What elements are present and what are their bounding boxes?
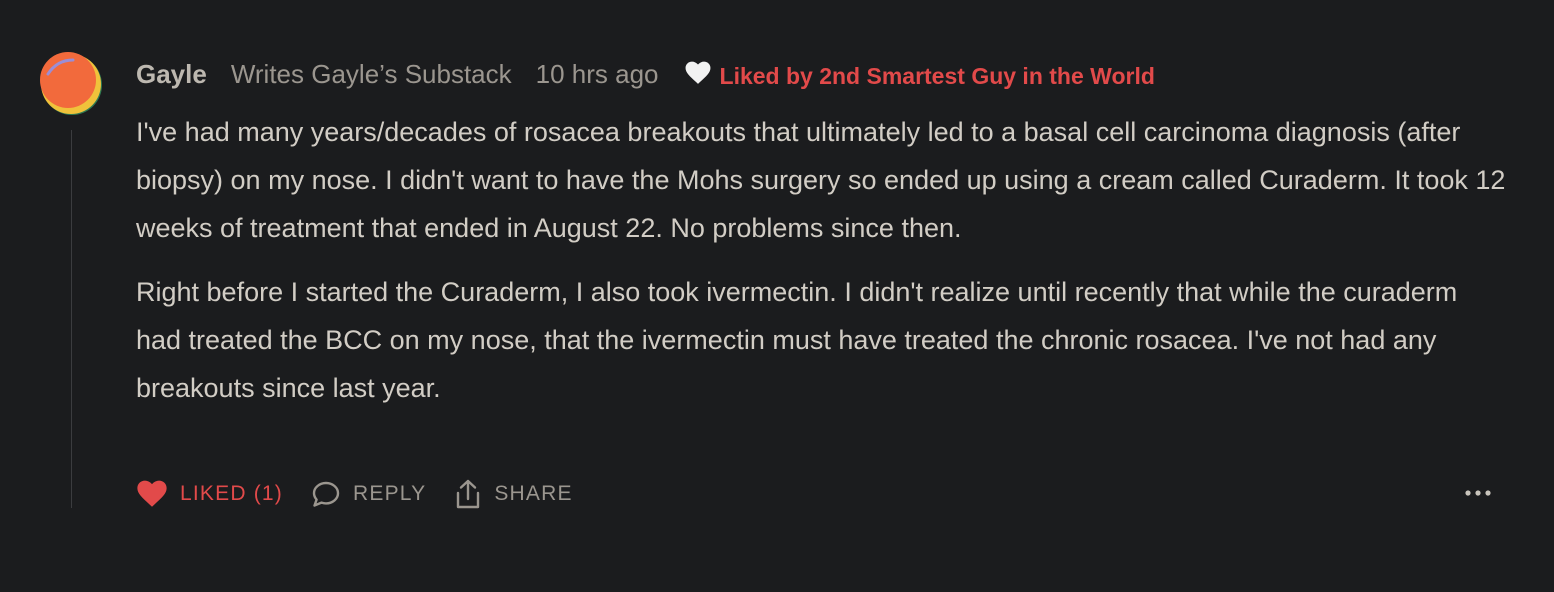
liked-by-badge: Liked by 2nd Smartest Guy in the World bbox=[685, 59, 1155, 90]
avatar-image bbox=[40, 52, 102, 115]
more-icon bbox=[1465, 490, 1491, 496]
comment: Gayle Writes Gayle’s Substack 10 hrs ago… bbox=[0, 0, 1554, 592]
comment-timestamp[interactable]: 10 hrs ago bbox=[536, 59, 659, 90]
heart-icon bbox=[685, 61, 710, 84]
share-label: SHARE bbox=[494, 482, 573, 505]
share-icon bbox=[457, 479, 480, 509]
comment-body: I've had many years/decades of rosacea b… bbox=[136, 108, 1506, 412]
reply-label: REPLY bbox=[353, 482, 427, 505]
comment-actions: LIKED (1) REPLY SHARE bbox=[136, 474, 601, 514]
reply-button[interactable]: REPLY bbox=[311, 480, 426, 508]
speech-bubble-icon bbox=[312, 481, 340, 507]
comment-header: Gayle Writes Gayle’s Substack 10 hrs ago… bbox=[136, 54, 1155, 94]
like-button[interactable]: LIKED (1) bbox=[136, 480, 283, 508]
more-options-button[interactable] bbox=[1462, 480, 1494, 506]
heart-icon bbox=[137, 480, 167, 507]
liked-by-text: Liked by 2nd Smartest Guy in the World bbox=[719, 62, 1155, 89]
comment-paragraph: I've had many years/decades of rosacea b… bbox=[136, 117, 1506, 243]
author-name[interactable]: Gayle bbox=[136, 59, 207, 90]
author-publication[interactable]: Writes Gayle’s Substack bbox=[231, 59, 512, 90]
thread-line bbox=[71, 130, 72, 508]
comment-paragraph: Right before I started the Curaderm, I a… bbox=[136, 277, 1458, 403]
avatar[interactable] bbox=[39, 52, 103, 116]
like-label: LIKED (1) bbox=[180, 482, 283, 505]
share-button[interactable]: SHARE bbox=[454, 478, 572, 510]
